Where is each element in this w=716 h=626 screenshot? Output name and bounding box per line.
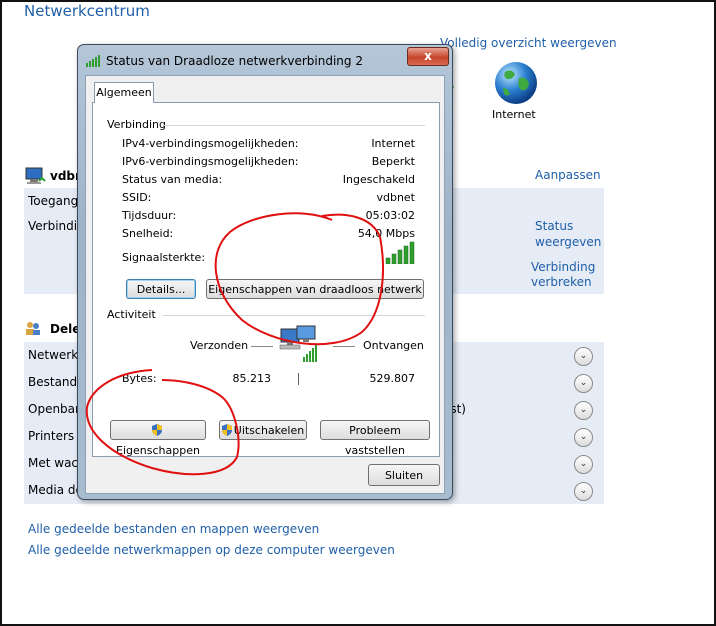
tab-general[interactable]: Algemeen bbox=[94, 82, 154, 103]
window-frame: Netwerkcentrum Volledig overzicht weerge… bbox=[0, 0, 716, 626]
